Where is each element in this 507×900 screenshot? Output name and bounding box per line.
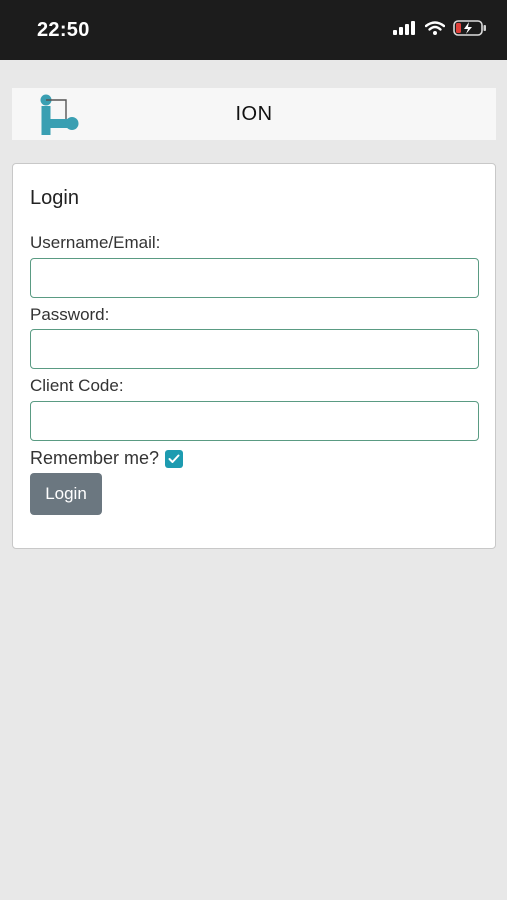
app-title: ION [235, 103, 273, 125]
battery-charging-icon [453, 20, 486, 36]
remember-me-checkbox[interactable] [165, 449, 184, 468]
password-input[interactable] [30, 329, 479, 369]
login-button[interactable]: Login [30, 473, 102, 515]
login-title: Login [30, 187, 79, 209]
remember-me-label: Remember me? [30, 448, 160, 468]
checkmark-icon [168, 454, 180, 463]
wifi-icon [425, 21, 445, 35]
client-code-label: Client Code: [30, 376, 124, 395]
app-header: ION [12, 88, 496, 140]
signal-icon [393, 21, 415, 35]
password-label: Password: [30, 305, 110, 324]
login-card: Login Username/Email: Password: Client C… [12, 163, 496, 549]
status-icons [393, 20, 487, 36]
client-code-input[interactable] [30, 401, 479, 441]
status-bar: 22:50 [0, 0, 507, 60]
username-label: Username/Email: [30, 233, 161, 252]
remember-me-row: Remember me? [30, 448, 184, 469]
username-input[interactable] [30, 258, 479, 298]
status-time: 22:50 [37, 19, 90, 41]
